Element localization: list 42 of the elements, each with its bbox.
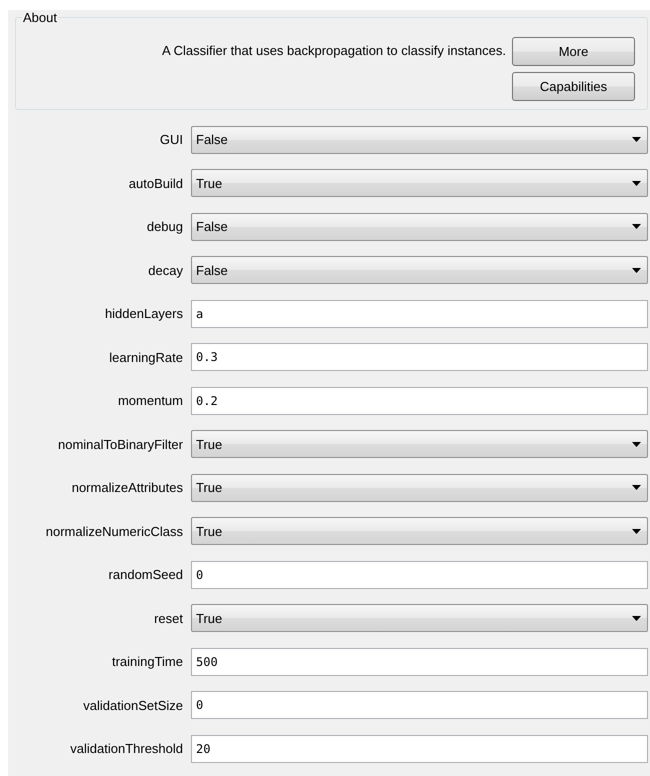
property-label: autoBuild bbox=[128, 176, 184, 190]
dropdown[interactable]: False bbox=[191, 212, 648, 240]
property-label: randomSeed bbox=[108, 567, 184, 582]
dropdown[interactable]: True bbox=[191, 169, 648, 197]
dropdown-arrow-icon bbox=[632, 528, 641, 534]
property-label: momentum bbox=[116, 393, 184, 408]
property-label: validationSetSize bbox=[82, 698, 184, 712]
dropdown[interactable]: False bbox=[191, 256, 648, 284]
property-label: learningRate bbox=[108, 350, 184, 364]
dropdown-arrow-icon bbox=[632, 137, 641, 142]
dropdown-arrow-icon bbox=[632, 485, 641, 490]
section-title: About bbox=[22, 10, 58, 25]
input-field[interactable]: 0.2 bbox=[191, 386, 648, 414]
input-field[interactable]: 20 bbox=[191, 734, 648, 762]
property-label: validationThreshold bbox=[69, 741, 184, 756]
input-field[interactable]: 0.3 bbox=[191, 343, 648, 371]
input-field[interactable]: 500 bbox=[191, 648, 648, 676]
dropdown[interactable]: True bbox=[191, 430, 648, 458]
property-label: reset bbox=[153, 610, 184, 626]
capabilities-button[interactable]: Capabilities bbox=[512, 72, 635, 101]
dropdown[interactable]: True bbox=[191, 604, 648, 632]
property-label: hiddenLayers bbox=[104, 306, 184, 321]
property-label: trainingTime bbox=[110, 654, 184, 669]
input-field[interactable]: 0 bbox=[191, 560, 648, 588]
property-label: decay bbox=[147, 262, 184, 278]
input-field[interactable]: 0 bbox=[191, 691, 648, 719]
more-button[interactable]: More bbox=[512, 37, 635, 66]
dropdown[interactable]: False bbox=[191, 126, 648, 154]
dropdown[interactable]: True bbox=[191, 474, 648, 502]
property-label: normalizeNumericClass bbox=[44, 524, 184, 538]
property-label: nominalToBinaryFilter bbox=[57, 436, 184, 452]
property-label: debug bbox=[146, 219, 184, 234]
dropdown[interactable]: True bbox=[191, 517, 648, 545]
dropdown-arrow-icon bbox=[632, 224, 641, 229]
dropdown-arrow-icon bbox=[632, 268, 641, 272]
dropdown-arrow-icon bbox=[632, 180, 641, 186]
description-text: A Classifier that uses backpropagation to classify instances. bbox=[161, 42, 506, 58]
property-label: GUI bbox=[158, 132, 184, 147]
property-label: normalizeAttributes bbox=[70, 480, 184, 495]
dropdown-arrow-icon bbox=[632, 616, 641, 620]
input-field[interactable]: a bbox=[191, 300, 648, 328]
dropdown-arrow-icon bbox=[632, 442, 641, 446]
